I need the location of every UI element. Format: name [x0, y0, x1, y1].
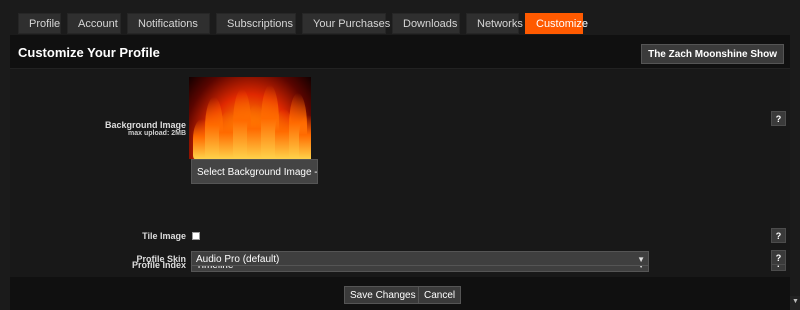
tab-profile[interactable]: Profile	[18, 13, 61, 34]
tab-networks[interactable]: Networks	[466, 13, 523, 34]
profile-skin-select[interactable]: Audio Pro (default) ▼	[191, 251, 649, 266]
scrollbar-corner[interactable]: ▼	[790, 296, 800, 310]
help-background-image-button[interactable]: ?	[771, 111, 786, 126]
show-link-button[interactable]: The Zach Moonshine Show	[641, 44, 784, 64]
max-upload-note: max upload: 2MB	[128, 130, 186, 137]
help-profile-skin-button[interactable]: ?	[771, 250, 786, 265]
select-background-image-button[interactable]: Select Background Image - JPG	[191, 159, 318, 184]
background-image-label-text: Background Image	[104, 120, 186, 130]
chevron-down-icon: ▼	[637, 255, 645, 264]
profile-skin-label-text: Profile Skin	[136, 254, 186, 264]
tab-notifications[interactable]: Notifications	[127, 13, 210, 34]
form-footer: Save Changes Cancel	[10, 277, 790, 310]
help-tile-image-button[interactable]: ?	[771, 228, 786, 243]
tab-bar: Profile Account Notifications Subscripti…	[18, 13, 588, 34]
tab-downloads[interactable]: Downloads	[392, 13, 460, 34]
tile-image-checkbox[interactable]	[192, 232, 200, 240]
customize-form: Background Image max upload: 2MB Select …	[10, 69, 790, 277]
cancel-button[interactable]: Cancel	[418, 286, 462, 304]
tile-image-label-text: Tile Image	[142, 231, 186, 241]
tab-customize[interactable]: Customize	[525, 13, 588, 34]
tab-subscriptions[interactable]: Subscriptions	[216, 13, 296, 34]
tile-image-label: Tile Image	[142, 231, 186, 241]
save-changes-button[interactable]: Save Changes	[344, 286, 422, 304]
fire-image	[189, 77, 311, 159]
profile-skin-label: Profile Skin	[136, 254, 186, 264]
tab-account[interactable]: Account	[67, 13, 121, 34]
customize-panel: Customize Your Profile The Zach Moonshin…	[10, 35, 790, 310]
panel-header: Customize Your Profile The Zach Moonshin…	[10, 35, 790, 69]
background-image-label: Background Image max upload: 2MB	[105, 120, 186, 137]
profile-skin-value: Audio Pro (default)	[196, 254, 280, 265]
tab-your-purchases[interactable]: Your Purchases	[302, 13, 390, 34]
scroll-down-icon: ▼	[792, 298, 799, 305]
page-title: Customize Your Profile	[18, 45, 160, 60]
